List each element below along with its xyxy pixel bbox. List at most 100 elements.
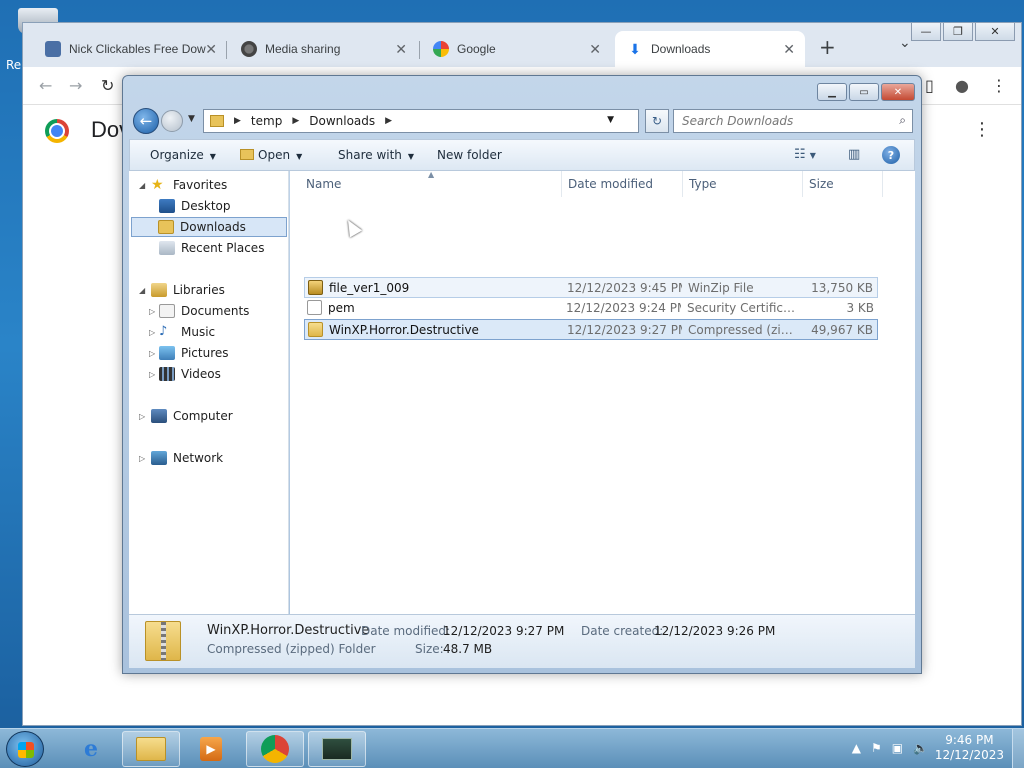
preview-pane-icon[interactable]: ▥ [848,147,860,162]
collapsed-triangle-icon[interactable]: ▷ [139,412,145,421]
breadcrumb-chevron-icon[interactable]: ▶ [385,116,392,126]
details-date-created: 12/12/2023 9:26 PM [654,624,776,638]
close-button[interactable]: ✕ [975,23,1015,41]
nav-videos[interactable]: ▷ Videos [149,364,221,384]
expanded-triangle-icon[interactable]: ◢ [139,286,145,295]
network-status-icon[interactable]: ▣ [892,741,903,755]
tab-strip: Nick Clickables Free Dow ✕ Media sharing… [23,23,1021,67]
recent-pages-chevron-icon[interactable]: ▼ [188,114,195,124]
google-icon [433,41,449,57]
close-tab-icon[interactable]: ✕ [395,41,407,58]
open-button[interactable]: Open ▼ [240,148,302,162]
new-tab-button[interactable]: + [819,35,836,59]
column-header-type[interactable]: Type [683,171,803,197]
tab-label: Google [457,42,496,56]
action-center-flag-icon[interactable]: ⚑ [871,741,882,755]
profile-avatar-icon[interactable]: ● [955,76,969,95]
tab-media-sharing[interactable]: Media sharing ✕ [229,31,417,67]
close-button[interactable]: ✕ [881,83,915,101]
breadcrumb-chevron-icon[interactable]: ▶ [234,116,241,126]
show-desktop-button[interactable] [1012,729,1024,768]
share-with-button[interactable]: Share with ▼ [338,148,414,162]
search-input[interactable]: Search Downloads ⌕ [673,109,913,133]
internet-explorer-icon: e [84,736,98,762]
collapsed-triangle-icon[interactable]: ▷ [139,454,145,463]
nav-documents[interactable]: ▷ Documents [149,301,249,321]
file-row[interactable]: file_ver1_009 12/12/2023 9:45 PM WinZip … [304,277,878,298]
nav-desktop[interactable]: Desktop [159,196,231,216]
show-hidden-icons-icon[interactable]: ▲ [852,741,861,755]
details-file-type: Compressed (zipped) Folder [207,642,376,656]
nav-pictures[interactable]: ▷ Pictures [149,343,229,363]
column-header-name[interactable]: ▲ Name [290,170,562,197]
minimize-button[interactable]: — [911,23,941,41]
maximize-button[interactable]: ▭ [849,83,879,101]
column-header-size[interactable]: Size [803,171,883,197]
nav-downloads[interactable]: Downloads [131,217,287,237]
refresh-icon[interactable]: ↻ [645,109,669,133]
menu-icon[interactable]: ⋮ [991,76,1007,95]
system-clock[interactable]: 9:46 PM 12/12/2023 [935,733,1004,763]
download-icon: ⬇ [629,41,641,57]
chrome-taskbar-button[interactable] [246,731,304,767]
side-panel-icon[interactable]: ▯ [925,76,934,95]
organize-label: Organize [150,148,204,162]
nav-computer[interactable]: ▷ Computer [137,406,233,426]
new-folder-button[interactable]: New folder [437,148,502,162]
expanded-triangle-icon[interactable]: ◢ [139,181,145,190]
collapsed-triangle-icon[interactable]: ▷ [149,328,155,337]
nav-network[interactable]: ▷ Network [137,448,223,468]
start-button[interactable] [6,731,44,767]
breadcrumb-downloads[interactable]: Downloads [309,114,375,128]
tab-nick-clickables[interactable]: Nick Clickables Free Dow ✕ [33,31,227,67]
forward-arrow-icon[interactable] [161,110,183,132]
forward-arrow-icon[interactable]: → [69,76,82,95]
chevron-down-icon: ▼ [209,152,216,161]
view-options-icon[interactable]: ☷ ▼ [794,147,816,162]
nav-libraries[interactable]: ◢ Libraries [137,280,225,300]
media-player-taskbar-button[interactable]: ▶ [182,731,240,767]
close-tab-icon[interactable]: ✕ [783,41,795,58]
file-row[interactable]: WinXP.Horror.Destructive 12/12/2023 9:27… [304,319,878,340]
nav-recent-places[interactable]: Recent Places [159,238,264,258]
address-bar[interactable]: ▶ temp ▶ Downloads ▶ ▼ [203,109,639,133]
chevron-down-icon: ▼ [296,152,303,161]
column-header-date[interactable]: Date modified [562,171,683,197]
terminal-icon [322,738,352,760]
chrome-logo-icon [45,119,69,143]
tab-google[interactable]: Google ✕ [421,31,611,67]
volume-icon[interactable]: 🔈 [913,741,928,755]
close-tab-icon[interactable]: ✕ [589,41,601,58]
more-options-icon[interactable]: ⋮ [973,119,991,140]
close-tab-icon[interactable]: ✕ [205,41,217,58]
recent-places-icon [159,241,175,255]
search-placeholder: Search Downloads [682,114,794,128]
desktop-icon [159,199,175,213]
back-arrow-icon[interactable]: ← [133,108,159,134]
file-row[interactable]: pem 12/12/2023 9:24 PM Security Certific… [304,298,878,319]
details-size: 48.7 MB [443,642,493,656]
collapsed-triangle-icon[interactable]: ▷ [149,349,155,358]
terminal-taskbar-button[interactable] [308,731,366,767]
nav-music[interactable]: ▷ ♪ Music [149,322,215,342]
minimize-button[interactable]: ▁ [817,83,847,101]
breadcrumb-chevron-icon[interactable]: ▶ [292,116,299,126]
restore-button[interactable]: ❐ [943,23,973,41]
tab-downloads[interactable]: ⬇ Downloads ✕ [615,31,805,67]
nav-label: Videos [181,367,221,381]
file-date: 12/12/2023 9:45 PM [567,281,682,295]
address-dropdown-icon[interactable]: ▼ [607,115,614,125]
tab-label: Nick Clickables Free Dow [69,42,206,56]
collapsed-triangle-icon[interactable]: ▷ [149,370,155,379]
breadcrumb-temp[interactable]: temp [251,114,282,128]
explorer-taskbar-button[interactable] [122,731,180,767]
tab-search-chevron-icon[interactable]: ⌄ [899,35,911,51]
nav-favorites[interactable]: ◢ ★ Favorites [137,175,227,195]
internet-explorer-taskbar-button[interactable]: e [62,731,120,767]
libraries-icon [151,283,167,297]
back-arrow-icon[interactable]: ← [39,76,52,95]
organize-button[interactable]: Organize ▼ [150,148,216,162]
reload-icon[interactable]: ↻ [101,76,114,95]
help-icon[interactable]: ? [882,146,900,164]
collapsed-triangle-icon[interactable]: ▷ [149,307,155,316]
